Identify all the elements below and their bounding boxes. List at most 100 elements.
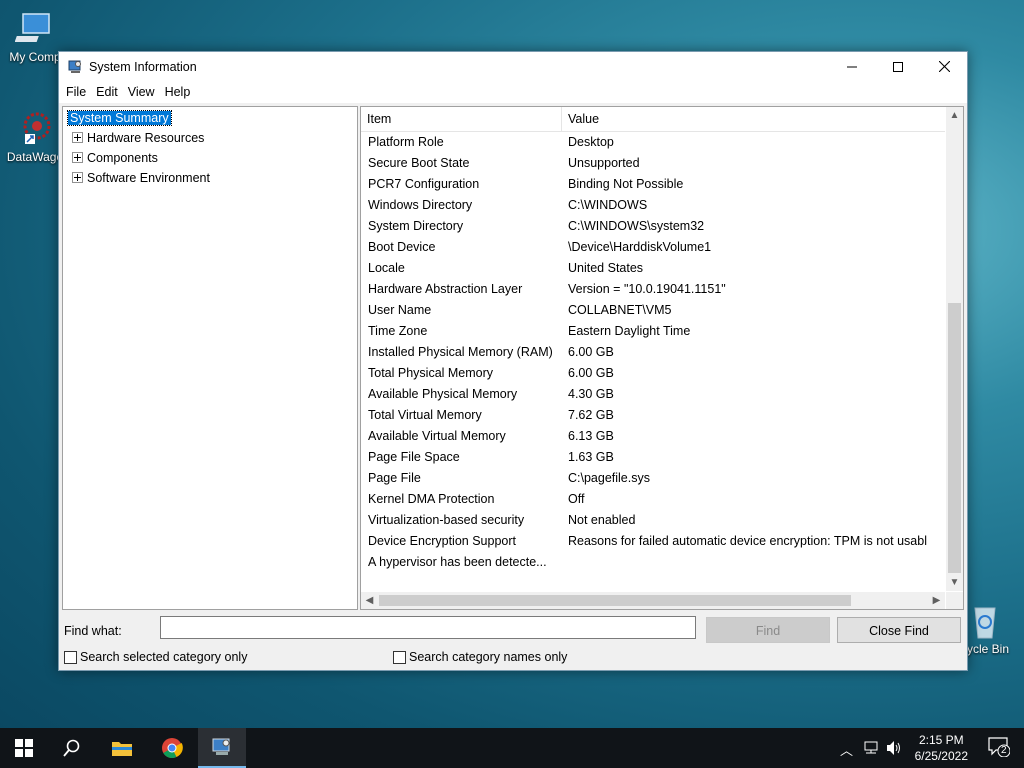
table-row[interactable]: User Name COLLABNET\VM5: [361, 300, 945, 321]
vertical-scroll-thumb[interactable]: [948, 303, 961, 573]
checkbox-box[interactable]: [64, 650, 77, 664]
table-row[interactable]: Available Physical Memory 4.30 GB: [361, 384, 945, 405]
column-header-item[interactable]: Item: [361, 107, 562, 131]
tree-item-hardware-resources[interactable]: Hardware Resources: [72, 129, 204, 147]
table-row[interactable]: Virtualization-based security Not enabled: [361, 510, 945, 531]
table-row[interactable]: Total Physical Memory 6.00 GB: [361, 363, 945, 384]
tree-item-label: System Summary: [67, 110, 172, 126]
row-item-cell: Windows Directory: [368, 198, 473, 212]
find-button[interactable]: Find: [706, 617, 830, 643]
table-row[interactable]: Kernel DMA Protection Off: [361, 489, 945, 510]
folder-icon: [112, 742, 132, 756]
network-icon[interactable]: [863, 741, 879, 755]
row-item-cell: Installed Physical Memory (RAM): [368, 345, 553, 359]
table-row[interactable]: Hardware Abstraction Layer Version = "10.…: [361, 279, 945, 300]
row-value-cell: Version = "10.0.19041.1151": [568, 282, 726, 296]
tree-item-software-environment[interactable]: Software Environment: [72, 169, 210, 187]
table-row[interactable]: Total Virtual Memory 7.62 GB: [361, 405, 945, 426]
row-item-cell: System Directory: [368, 219, 464, 233]
action-center-button[interactable]: 2: [988, 737, 1011, 758]
row-value-cell: United States: [568, 261, 644, 275]
row-item-cell: Page File Space: [368, 450, 460, 464]
row-value-cell: 4.30 GB: [568, 387, 614, 401]
system-information-window: System Information File Edit View Help S…: [58, 51, 968, 671]
row-value-cell: \Device\HarddiskVolume1: [568, 240, 712, 254]
search-button[interactable]: [48, 728, 96, 768]
taskbar-system-information[interactable]: [198, 728, 246, 768]
menu-edit[interactable]: Edit: [91, 85, 123, 99]
table-row[interactable]: Boot Device \Device\HarddiskVolume1: [361, 237, 945, 258]
taskbar-file-explorer[interactable]: [98, 728, 146, 768]
table-row[interactable]: Available Virtual Memory 6.13 GB: [361, 426, 945, 447]
menu-bar: File Edit View Help: [59, 81, 967, 103]
row-item-cell: Total Physical Memory: [368, 366, 494, 380]
system-information-icon: [212, 738, 230, 755]
table-row[interactable]: Locale United States: [361, 258, 945, 279]
maximize-button[interactable]: [875, 52, 921, 81]
row-item-cell: Boot Device: [368, 240, 436, 254]
table-row[interactable]: Secure Boot State Unsupported: [361, 153, 945, 174]
horizontal-scrollbar[interactable]: ◀ ▶: [361, 592, 945, 609]
title-bar[interactable]: System Information: [59, 52, 967, 81]
desktop-icon-label: DataWago: [6, 150, 64, 164]
row-item-cell: Device Encryption Support: [368, 534, 516, 548]
scroll-left-icon[interactable]: ◀: [361, 592, 378, 609]
volume-icon[interactable]: [886, 740, 902, 756]
taskbar: ︿ 2:15 PM 6/25/2022 2: [0, 728, 1024, 768]
row-item-cell: Hardware Abstraction Layer: [368, 282, 523, 296]
tree-item-components[interactable]: Components: [72, 149, 158, 167]
table-row[interactable]: System Directory C:\WINDOWS\system32: [361, 216, 945, 237]
horizontal-scroll-thumb[interactable]: [379, 595, 851, 606]
row-value-cell: Not enabled: [568, 513, 636, 527]
notification-count-badge: 2: [1001, 745, 1007, 756]
taskbar-chrome[interactable]: [148, 728, 196, 768]
desktop-icon-label: cycle Bin: [960, 642, 1010, 656]
row-item-cell: Virtualization-based security: [368, 513, 525, 527]
category-tree[interactable]: System Summary Hardware Resources Compon…: [62, 106, 358, 610]
computer-icon: [14, 8, 55, 48]
show-hidden-icons-chevron-icon[interactable]: ︿: [840, 740, 853, 759]
table-row[interactable]: Windows Directory C:\WINDOWS: [361, 195, 945, 216]
row-value-cell: 7.62 GB: [568, 408, 614, 422]
system-clock[interactable]: 2:15 PM 6/25/2022: [915, 732, 968, 764]
search-category-names-checkbox[interactable]: Search category names only: [393, 650, 567, 664]
expand-icon[interactable]: [72, 172, 83, 184]
start-button[interactable]: [0, 728, 48, 768]
row-value-cell: 6.00 GB: [568, 366, 614, 380]
close-button[interactable]: [921, 52, 967, 81]
table-row[interactable]: Time Zone Eastern Daylight Time: [361, 321, 945, 342]
checkbox-box[interactable]: [393, 650, 406, 664]
tree-item-system-summary[interactable]: System Summary: [67, 109, 172, 127]
table-row[interactable]: Installed Physical Memory (RAM) 6.00 GB: [361, 342, 945, 363]
row-value-cell: Off: [568, 492, 585, 506]
window-title: System Information: [89, 59, 197, 74]
close-find-button[interactable]: Close Find: [837, 617, 961, 643]
table-row[interactable]: Platform Role Desktop: [361, 132, 945, 153]
row-item-cell: Secure Boot State: [368, 156, 470, 170]
row-value-cell: Unsupported: [568, 156, 640, 170]
row-value-cell: Binding Not Possible: [568, 177, 684, 191]
expand-icon[interactable]: [72, 152, 83, 164]
column-header-value[interactable]: Value: [562, 107, 948, 131]
row-item-cell: Available Virtual Memory: [368, 429, 506, 443]
table-row[interactable]: Page File Space 1.63 GB: [361, 447, 945, 468]
scroll-down-icon[interactable]: ▼: [946, 574, 963, 591]
menu-view[interactable]: View: [123, 85, 160, 99]
expand-icon[interactable]: [72, 132, 83, 144]
row-item-cell: Locale: [368, 261, 405, 275]
scroll-up-icon[interactable]: ▲: [946, 107, 963, 124]
menu-file[interactable]: File: [61, 85, 91, 99]
menu-help[interactable]: Help: [160, 85, 196, 99]
find-what-input[interactable]: [160, 616, 696, 639]
search-selected-category-checkbox[interactable]: Search selected category only: [64, 650, 247, 664]
table-row[interactable]: A hypervisor has been detecte...: [361, 552, 945, 573]
minimize-button[interactable]: [829, 52, 875, 81]
minimize-icon: [847, 66, 857, 67]
clock-time: 2:15 PM: [918, 733, 964, 747]
scroll-right-icon[interactable]: ▶: [928, 592, 945, 609]
table-row[interactable]: Page File C:\pagefile.sys: [361, 468, 945, 489]
table-row[interactable]: PCR7 Configuration Binding Not Possible: [361, 174, 945, 195]
table-row[interactable]: Device Encryption Support Reasons for fai…: [361, 531, 945, 552]
vertical-scrollbar[interactable]: ▲ ▼: [946, 107, 963, 591]
details-list[interactable]: Item Value Platform Role Desktop Secure Bo…: [360, 106, 964, 610]
